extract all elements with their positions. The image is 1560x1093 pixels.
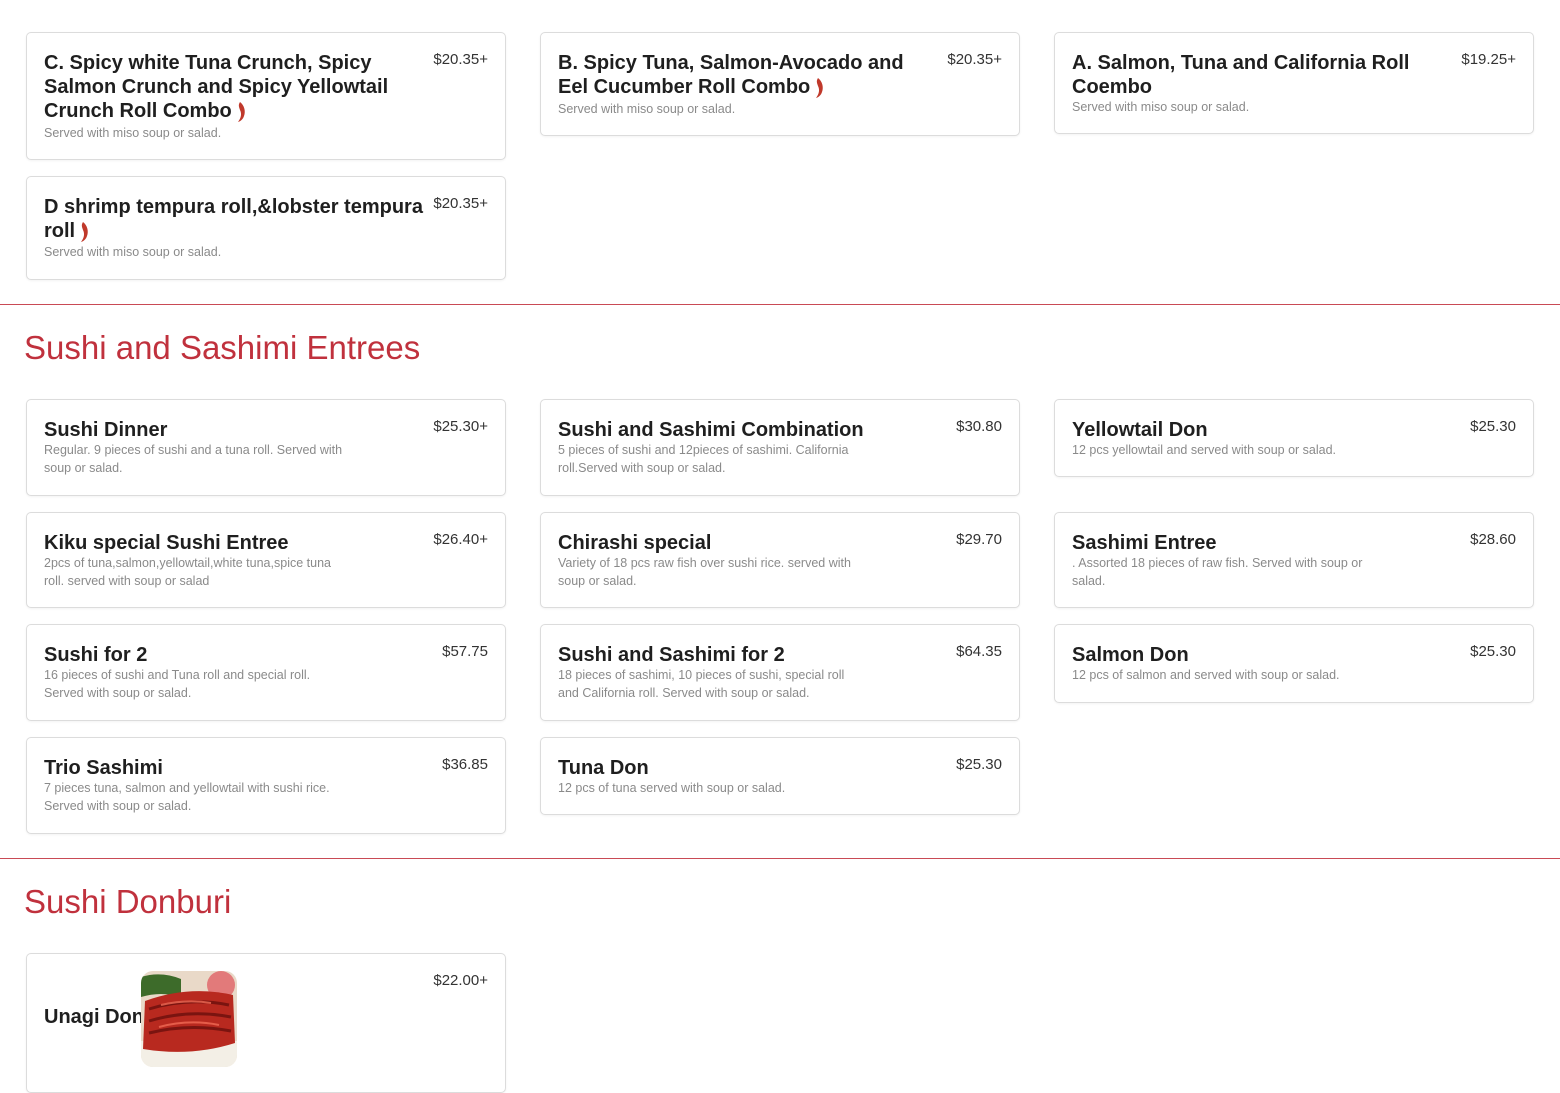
item-price: $28.60 xyxy=(1470,531,1516,548)
item-description: Variety of 18 pcs raw fish over sushi ri… xyxy=(558,556,851,588)
item-name: Sushi for 2 xyxy=(44,644,148,666)
menu-item-card[interactable]: C. Spicy white Tuna Crunch, Spicy Salmon… xyxy=(26,32,506,160)
menu-item-card[interactable]: Yellowtail Don $25.30 12 pcs yellowtail … xyxy=(1054,399,1534,477)
menu-item-card[interactable]: Unagi Don $22.00+ xyxy=(26,953,506,1093)
menu-item-card[interactable]: Sashimi Entree $28.60 . Assorted 18 piec… xyxy=(1054,512,1534,608)
menu-item-card[interactable]: Salmon Don $25.30 12 pcs of salmon and s… xyxy=(1054,624,1534,703)
menu-item-card[interactable]: A. Salmon, Tuna and California Roll Coem… xyxy=(1054,32,1534,134)
item-price: $30.80 xyxy=(956,418,1002,435)
item-name: Yellowtail Don xyxy=(1072,419,1208,441)
menu-item-card[interactable]: Chirashi special $29.70 Variety of 18 pc… xyxy=(540,512,1020,608)
item-name: Chirashi special xyxy=(558,532,712,554)
menu-item-card[interactable]: Kiku special Sushi Entree $26.40+ 2pcs o… xyxy=(26,512,506,608)
menu-item-card[interactable]: Sushi Dinner $25.30+ Regular. 9 pieces o… xyxy=(26,399,506,496)
menu-item-card[interactable]: Sushi for 2 $57.75 16 pieces of sushi an… xyxy=(26,624,506,721)
item-price: $25.30 xyxy=(1470,418,1516,435)
item-name: Trio Sashimi xyxy=(44,757,163,779)
spicy-pepper-icon xyxy=(81,222,88,242)
menu-item-card[interactable]: Sushi and Sashimi Combination $30.80 5 p… xyxy=(540,399,1020,496)
item-name: Sushi and Sashimi for 2 xyxy=(558,644,785,666)
item-description: Served with miso soup or salad. xyxy=(1072,100,1250,114)
item-price: $20.35+ xyxy=(947,51,1002,68)
menu-item-card[interactable]: Trio Sashimi $36.85 7 pieces tuna, salmo… xyxy=(26,737,506,834)
item-price: $20.35+ xyxy=(433,51,488,68)
item-name: A. Salmon, Tuna and California Roll Coem… xyxy=(1072,52,1410,98)
item-name: Sushi Dinner xyxy=(44,419,168,441)
item-name: C. Spicy white Tuna Crunch, Spicy Salmon… xyxy=(44,52,389,122)
menu-item-card[interactable]: D shrimp tempura roll,&lobster tempura r… xyxy=(26,176,506,280)
item-price: $25.30 xyxy=(1470,643,1516,660)
item-price: $22.00+ xyxy=(433,972,488,989)
menu-item-card[interactable]: Tuna Don $25.30 12 pcs of tuna served wi… xyxy=(540,737,1020,815)
item-name: Unagi Don xyxy=(44,1006,144,1028)
item-name: Sashimi Entree xyxy=(1072,532,1217,554)
item-price: $19.25+ xyxy=(1461,51,1516,68)
menu-item-card[interactable]: Sushi and Sashimi for 2 $64.35 18 pieces… xyxy=(540,624,1020,721)
item-description: 5 pieces of sushi and 12pieces of sashim… xyxy=(558,443,849,475)
item-description: . Assorted 18 pieces of raw fish. Served… xyxy=(1072,556,1363,588)
item-price: $57.75 xyxy=(442,643,488,660)
item-name: D shrimp tempura roll,&lobster tempura r… xyxy=(44,196,423,242)
item-description: Served with miso soup or salad. xyxy=(558,102,736,116)
item-description: 12 pcs yellowtail and served with soup o… xyxy=(1072,443,1337,457)
item-name: Tuna Don xyxy=(558,757,649,779)
item-price: $64.35 xyxy=(956,643,1002,660)
item-description: 2pcs of tuna,salmon,yellowtail,white tun… xyxy=(44,556,331,588)
section-divider xyxy=(0,858,1560,859)
item-name: Salmon Don xyxy=(1072,644,1189,666)
item-description: 18 pieces of sashimi, 10 pieces of sushi… xyxy=(558,668,845,700)
item-price: $20.35+ xyxy=(433,195,488,212)
item-name: B. Spicy Tuna, Salmon-Avocado and Eel Cu… xyxy=(558,52,904,98)
section-title-sushi-sashimi: Sushi and Sashimi Entrees xyxy=(24,329,421,366)
item-price: $29.70 xyxy=(956,531,1002,548)
item-description: Served with miso soup or salad. xyxy=(44,245,222,259)
item-description: 16 pieces of sushi and Tuna roll and spe… xyxy=(44,668,311,700)
spicy-pepper-icon xyxy=(237,102,245,122)
item-description: Served with miso soup or salad. xyxy=(44,126,222,140)
menu-item-card[interactable]: B. Spicy Tuna, Salmon-Avocado and Eel Cu… xyxy=(540,32,1020,136)
item-description: 12 pcs of tuna served with soup or salad… xyxy=(558,781,786,795)
section-title-sushi-donburi: Sushi Donburi xyxy=(24,883,232,920)
spicy-pepper-icon xyxy=(816,78,824,98)
item-description: Regular. 9 pieces of sushi and a tuna ro… xyxy=(44,443,343,475)
item-price: $36.85 xyxy=(442,756,488,773)
item-name: Kiku special Sushi Entree xyxy=(44,532,289,554)
section-divider xyxy=(0,304,1560,305)
item-price: $25.30+ xyxy=(433,418,488,435)
item-price: $25.30 xyxy=(956,756,1002,773)
item-description: 7 pieces tuna, salmon and yellowtail wit… xyxy=(44,781,330,813)
item-description: 12 pcs of salmon and served with soup or… xyxy=(1072,668,1340,682)
item-price: $26.40+ xyxy=(433,531,488,548)
unagi-don-photo xyxy=(141,971,237,1067)
item-name: Sushi and Sashimi Combination xyxy=(558,419,864,441)
